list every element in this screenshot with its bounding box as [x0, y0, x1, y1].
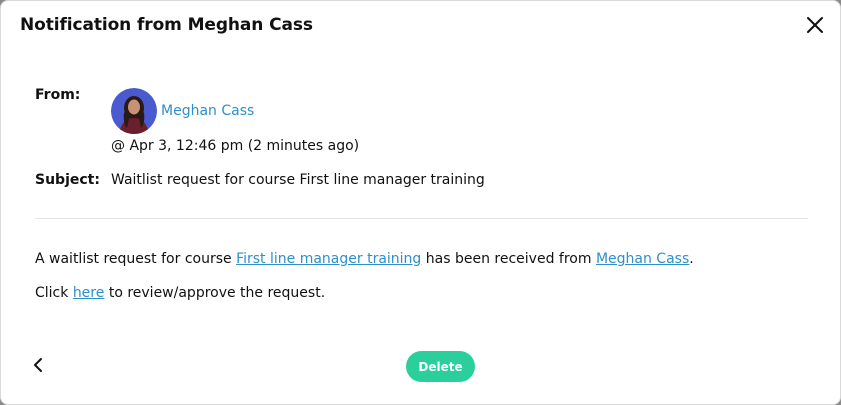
course-link[interactable]: First line manager training [236, 251, 421, 267]
divider [35, 218, 808, 219]
notification-modal: Notification from Meghan Cass From: Megh… [0, 0, 841, 405]
modal-title: Notification from Meghan Cass [20, 15, 313, 35]
message-text: Click [35, 285, 73, 301]
delete-button[interactable]: Delete [406, 351, 475, 382]
close-icon [807, 17, 823, 33]
sender-name-link[interactable]: Meghan Cass [161, 103, 254, 119]
review-here-link[interactable]: here [73, 285, 105, 301]
from-label: From: [35, 87, 81, 103]
message-line-1: A waitlist request for course First line… [35, 251, 694, 267]
notification-timestamp: @ Apr 3, 12:46 pm (2 minutes ago) [111, 138, 360, 154]
chevron-left-icon [34, 358, 42, 372]
message-line-2: Click here to review/approve the request… [35, 285, 325, 301]
close-button[interactable] [805, 15, 825, 35]
subject-label: Subject: [35, 172, 100, 188]
message-text: has been received from [421, 251, 596, 267]
message-text: . [689, 251, 694, 267]
subject-value: Waitlist request for course First line m… [111, 172, 485, 188]
sender-link-inline[interactable]: Meghan Cass [596, 251, 689, 267]
message-text: A waitlist request for course [35, 251, 237, 267]
sender-avatar [111, 88, 157, 134]
back-button[interactable] [29, 355, 49, 375]
message-text: to review/approve the request. [104, 285, 326, 301]
